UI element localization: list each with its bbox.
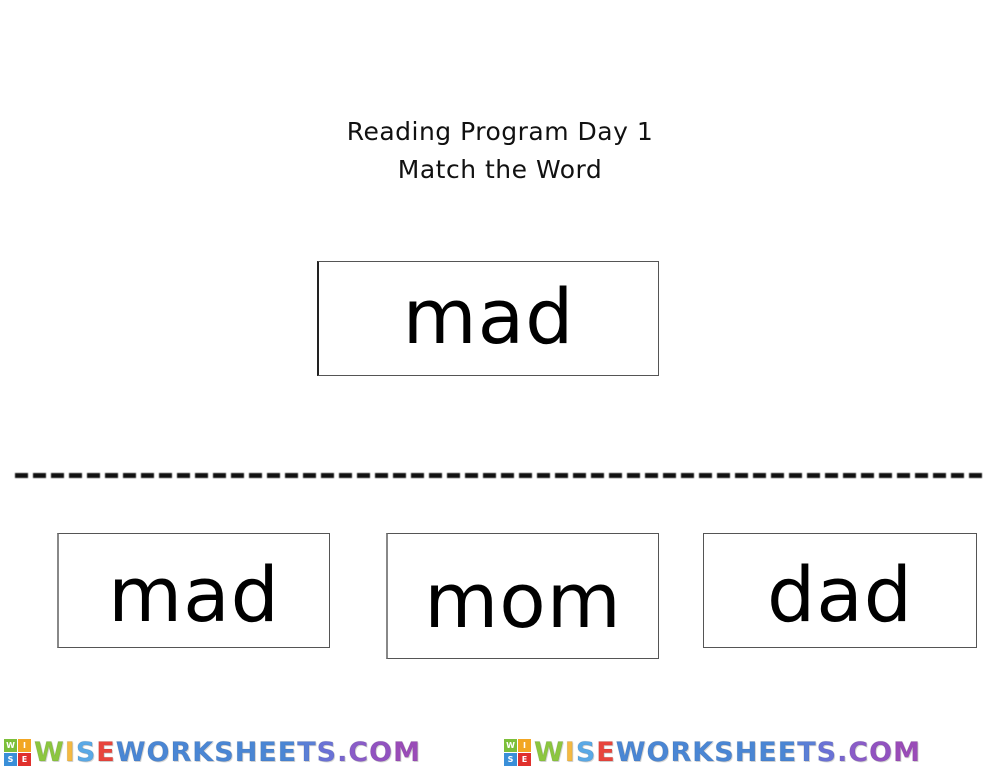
brand-letter: M xyxy=(393,736,421,768)
logo-tile: E xyxy=(518,752,531,766)
brand-letter: O xyxy=(869,736,894,768)
option-card[interactable]: dad xyxy=(703,533,977,648)
brand-logo: W I S E WISEWORKSHEETS.COM xyxy=(0,736,500,768)
brand-logo: W I S E WISEWORKSHEETS.COM xyxy=(500,736,1000,768)
option-word: dad xyxy=(766,550,914,639)
brand-letter: O xyxy=(369,736,394,768)
option-word: mad xyxy=(108,550,280,639)
option-word: mom xyxy=(424,555,622,645)
brand-letter: H xyxy=(234,736,259,768)
brand-letter: R xyxy=(670,736,693,768)
brand-letter: E xyxy=(596,736,616,768)
brand-letter: S xyxy=(316,736,338,768)
brand-letter: W xyxy=(615,736,647,768)
brand-letter: H xyxy=(734,736,759,768)
brand-letter: . xyxy=(837,736,849,768)
brand-letter: S xyxy=(214,736,235,768)
brand-text: WISEWORKSHEETS.COM xyxy=(534,736,921,768)
brand-letter: S xyxy=(816,736,838,768)
option-card[interactable]: mom xyxy=(386,533,659,659)
footer-watermark: W I S E WISEWORKSHEETS.COM W I S E WISEWORKSHEET… xyxy=(0,734,1000,770)
wise-logo-icon: WISE xyxy=(504,738,531,766)
brand-letter: E xyxy=(277,736,298,768)
brand-letter: W xyxy=(34,736,65,768)
brand-letter: R xyxy=(170,736,193,768)
dashed-divider xyxy=(15,473,987,478)
brand-letter: O xyxy=(146,736,171,768)
brand-letter: E xyxy=(758,736,778,768)
brand-letter: K xyxy=(692,736,715,768)
target-word-box[interactable]: mad xyxy=(317,261,659,376)
brand-letter: I xyxy=(564,736,576,768)
worksheet-title: Reading Program Day 1 xyxy=(346,117,654,146)
brand-letter: E xyxy=(258,736,278,768)
wise-logo-icon: WISE xyxy=(4,738,31,766)
brand-letter: M xyxy=(893,736,921,768)
option-card[interactable]: mad xyxy=(57,533,330,648)
brand-letter: S xyxy=(75,736,97,768)
brand-letter: S xyxy=(714,736,735,768)
logo-tile: S xyxy=(504,752,517,766)
logo-tile: E xyxy=(18,752,31,766)
brand-letter: C xyxy=(848,736,870,768)
worksheet-subtitle: Match the Word xyxy=(397,155,603,184)
brand-letter: W xyxy=(534,736,565,768)
brand-letter: E xyxy=(777,736,798,768)
logo-tile: I xyxy=(518,738,531,752)
brand-letter: O xyxy=(646,736,671,768)
brand-letter: S xyxy=(575,736,597,768)
brand-letter: W xyxy=(115,736,147,768)
brand-letter: C xyxy=(348,736,370,768)
target-word: mad xyxy=(402,272,575,361)
brand-letter: E xyxy=(96,736,116,768)
brand-letter: T xyxy=(297,736,317,768)
brand-letter: . xyxy=(337,736,349,768)
logo-tile: I xyxy=(18,738,31,752)
logo-tile: W xyxy=(4,738,17,752)
logo-tile: S xyxy=(4,752,17,766)
logo-tile: W xyxy=(504,738,517,752)
brand-letter: K xyxy=(192,736,215,768)
brand-letter: T xyxy=(797,736,817,768)
brand-letter: I xyxy=(64,736,76,768)
brand-text: WISEWORKSHEETS.COM xyxy=(34,736,421,768)
